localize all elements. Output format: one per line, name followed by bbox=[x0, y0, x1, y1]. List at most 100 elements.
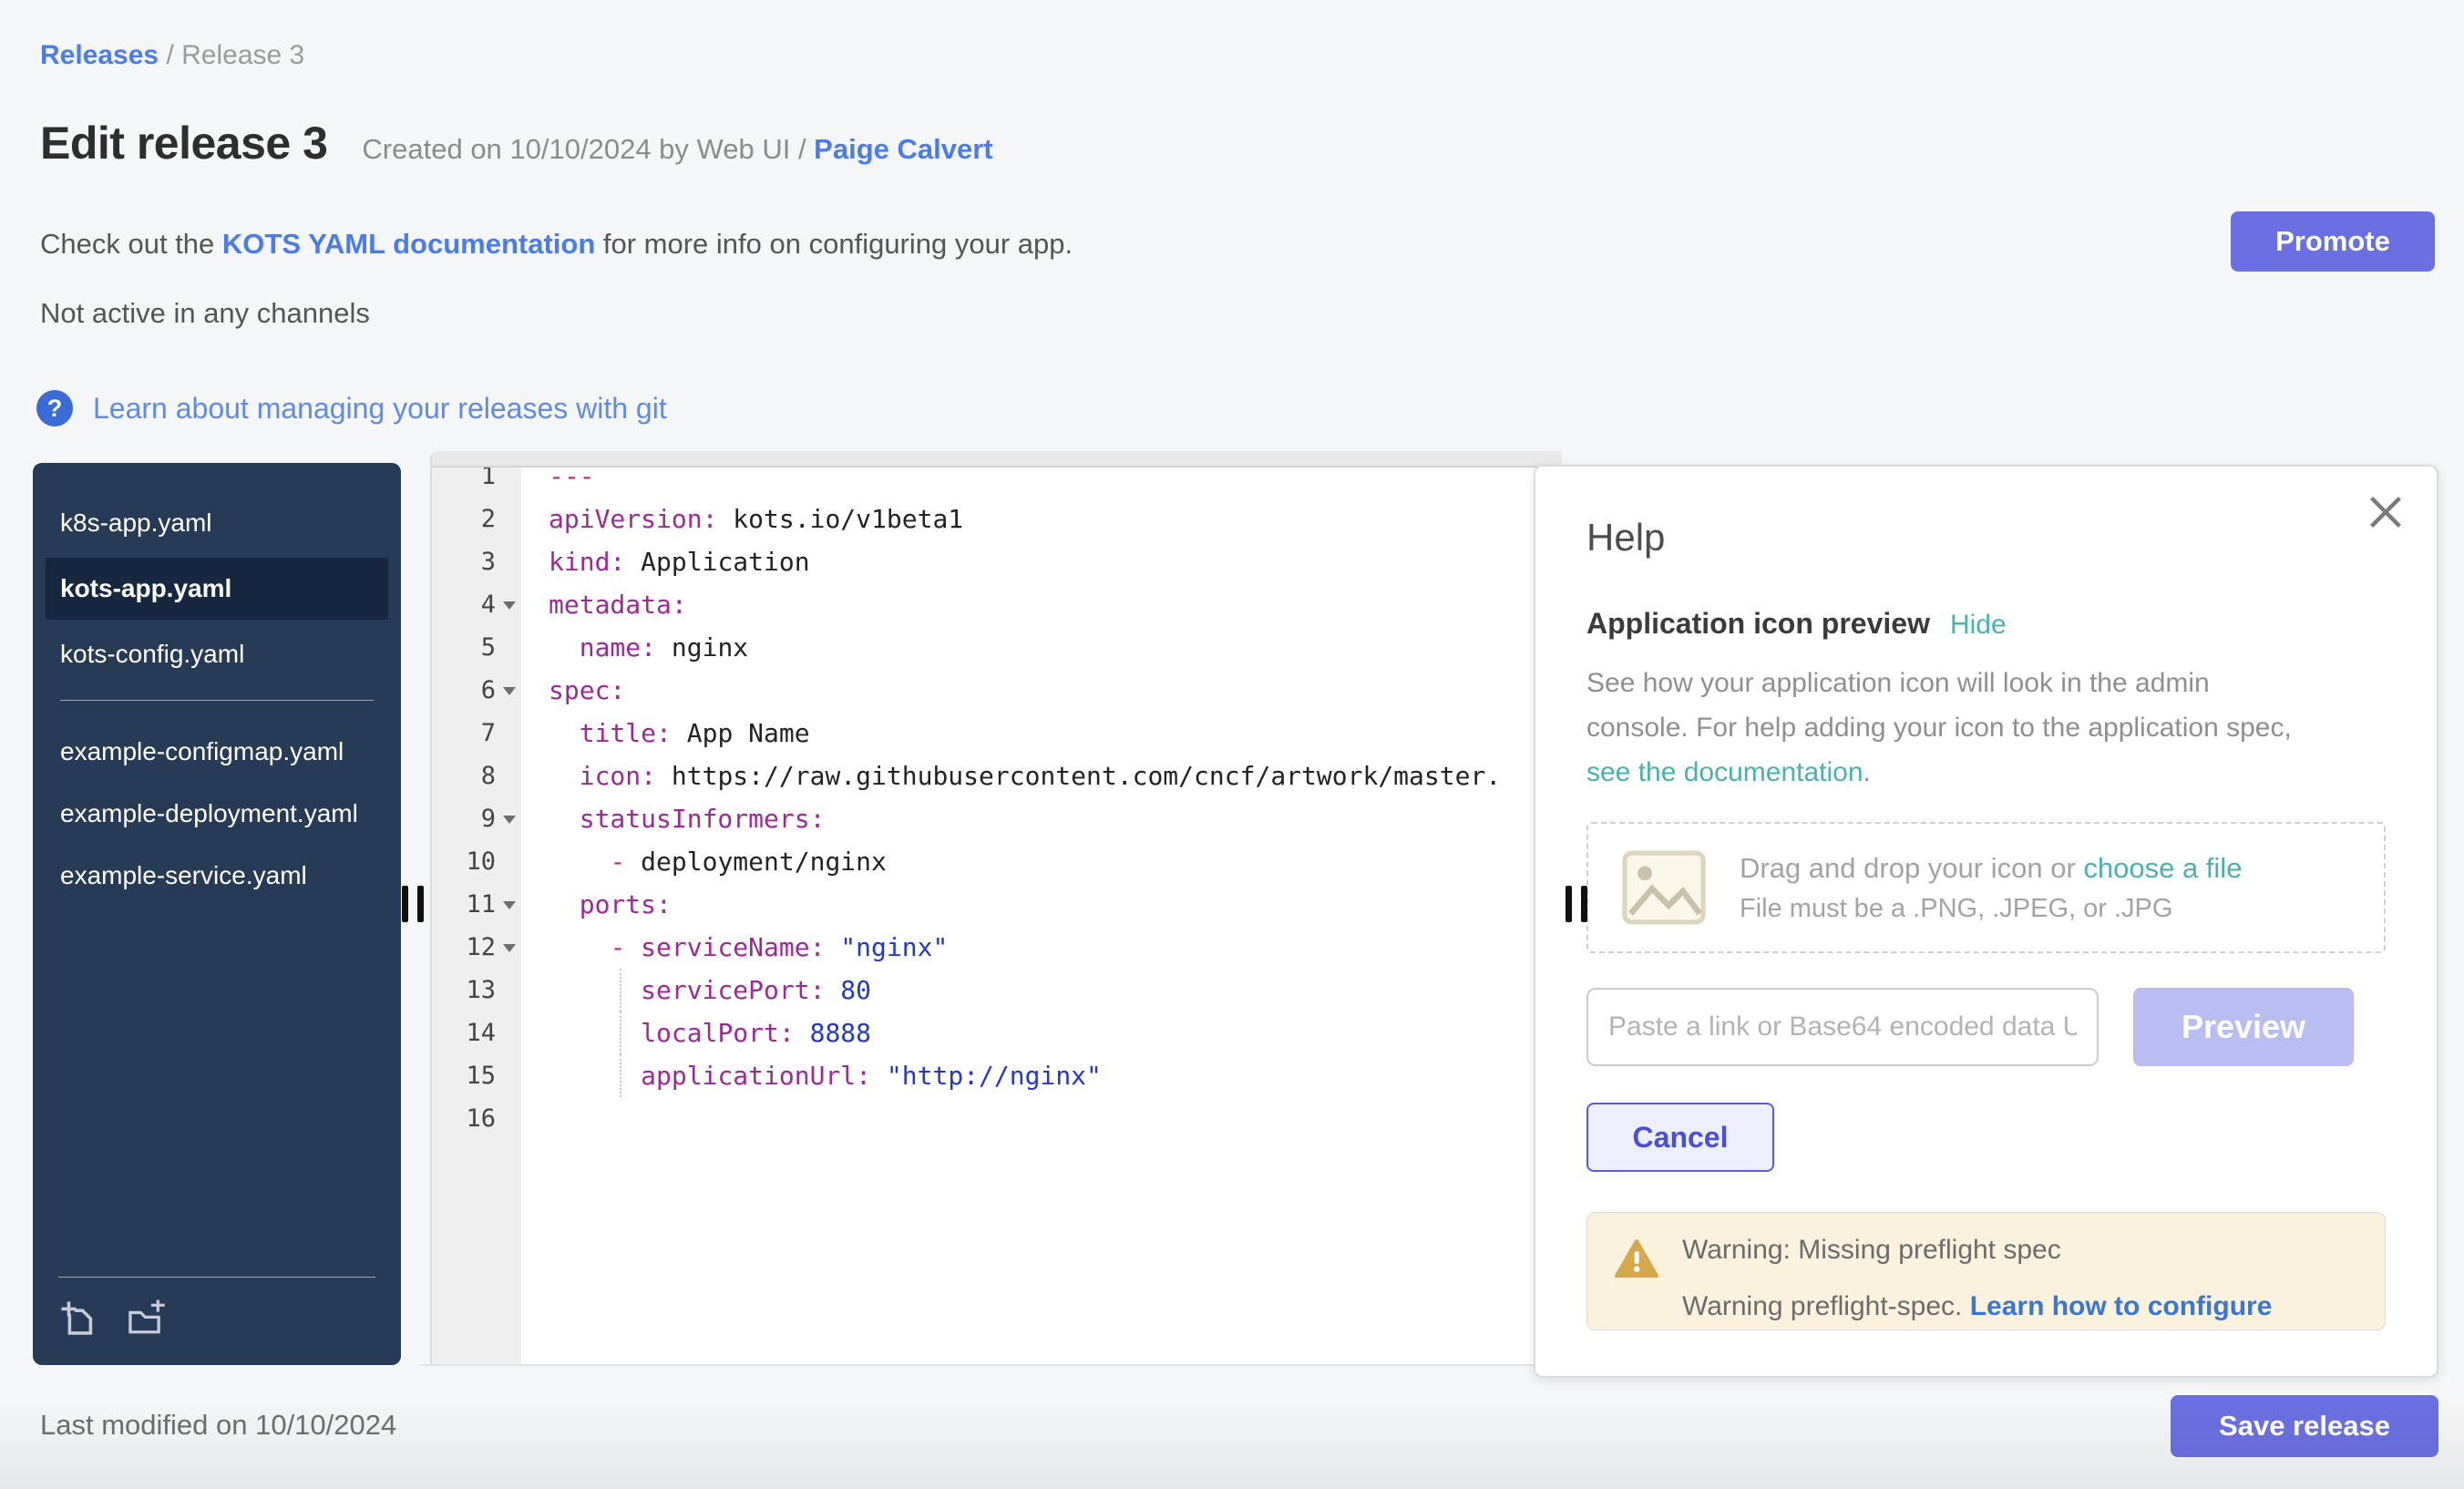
dropzone-text: Drag and drop your icon or choose a file… bbox=[1740, 852, 2242, 924]
icon-preview-section-header: Application icon preview Hide bbox=[1586, 607, 2386, 641]
file-item-example-deployment.yaml[interactable]: example-deployment.yaml bbox=[58, 786, 375, 841]
file-item-k8s-app.yaml[interactable]: k8s-app.yaml bbox=[58, 496, 375, 550]
code-line-text[interactable]: localPort: 8888 bbox=[521, 1011, 871, 1054]
hide-link[interactable]: Hide bbox=[1950, 610, 2007, 641]
dropzone-prompt: Drag and drop your icon or bbox=[1740, 852, 2083, 884]
fold-arrow-icon[interactable] bbox=[503, 901, 516, 909]
code-line: 9 statusInformers: bbox=[432, 797, 1562, 840]
code-line-text[interactable] bbox=[521, 1097, 549, 1140]
line-number: 15 bbox=[432, 1054, 521, 1097]
cancel-button[interactable]: Cancel bbox=[1586, 1103, 1774, 1172]
code-line-text[interactable]: applicationUrl: "http://nginx" bbox=[521, 1054, 1102, 1097]
close-icon[interactable] bbox=[2366, 492, 2406, 532]
add-file-icon[interactable] bbox=[58, 1298, 100, 1340]
line-number: 12 bbox=[432, 926, 521, 969]
code-line: 11 ports: bbox=[432, 883, 1562, 926]
code-line: 5 name: nginx bbox=[432, 626, 1562, 669]
see-documentation-link[interactable]: see the documentation bbox=[1586, 757, 1863, 787]
code-line: 2apiVersion: kots.io/v1beta1 bbox=[432, 498, 1562, 540]
fold-arrow-icon[interactable] bbox=[503, 816, 516, 824]
icon-url-row: Preview bbox=[1586, 988, 2386, 1066]
intro-text-before: Check out the bbox=[40, 228, 222, 260]
code-line-text[interactable]: servicePort: 80 bbox=[521, 969, 871, 1011]
line-number: 14 bbox=[432, 1011, 521, 1054]
code-line: 10 - deployment/nginx bbox=[432, 840, 1562, 883]
save-release-button[interactable]: Save release bbox=[2171, 1395, 2438, 1457]
created-info: Created on 10/10/2024 by Web UI / Paige … bbox=[362, 133, 992, 166]
breadcrumb-current: Release 3 bbox=[181, 40, 304, 70]
page-title: Edit release 3 bbox=[40, 117, 327, 169]
line-number: 10 bbox=[432, 840, 521, 883]
line-number: 8 bbox=[432, 755, 521, 797]
code-line: 6spec: bbox=[432, 669, 1562, 712]
line-number: 5 bbox=[432, 626, 521, 669]
intro-text-after: for more info on configuring your app. bbox=[595, 228, 1073, 260]
indent-guide bbox=[620, 969, 621, 1011]
sidebar-resize-handle[interactable] bbox=[402, 886, 424, 922]
code-line-text[interactable]: ports: bbox=[521, 883, 672, 926]
code-line: 15 applicationUrl: "http://nginx" bbox=[432, 1054, 1562, 1097]
code-editor: 1---2apiVersion: kots.io/v1beta13kind: A… bbox=[430, 451, 1562, 1365]
breadcrumb-releases-link[interactable]: Releases bbox=[40, 40, 159, 70]
channel-status: Not active in any channels bbox=[40, 297, 370, 330]
promote-button[interactable]: Promote bbox=[2231, 211, 2435, 272]
code-lines: 1---2apiVersion: kots.io/v1beta13kind: A… bbox=[432, 467, 1562, 1140]
author-link[interactable]: Paige Calvert bbox=[814, 133, 992, 165]
file-item-example-configmap.yaml[interactable]: example-configmap.yaml bbox=[58, 724, 375, 779]
file-item-kots-config.yaml[interactable]: kots-config.yaml bbox=[58, 627, 375, 682]
fold-arrow-icon[interactable] bbox=[503, 944, 516, 952]
file-sidebar: k8s-app.yaml kots-app.yaml kots-config.yam… bbox=[33, 463, 401, 1365]
code-line: 4metadata: bbox=[432, 583, 1562, 626]
code-line-text[interactable]: - serviceName: "nginx" bbox=[521, 926, 948, 969]
code-line-text[interactable]: statusInformers: bbox=[521, 797, 825, 840]
line-number: 3 bbox=[432, 540, 521, 583]
description-text: See how your application icon will look … bbox=[1586, 668, 2292, 743]
icon-url-input[interactable] bbox=[1586, 988, 2099, 1066]
help-panel-resize-handle[interactable] bbox=[1566, 886, 1587, 922]
git-help-link[interactable]: ? Learn about managing your releases wit… bbox=[36, 390, 667, 426]
code-line-text[interactable]: --- bbox=[521, 467, 595, 498]
breadcrumb: Releases / Release 3 bbox=[40, 40, 304, 71]
icon-preview-description: See how your application icon will look … bbox=[1586, 661, 2315, 795]
help-title: Help bbox=[1586, 516, 2386, 560]
icon-dropzone[interactable]: Drag and drop your icon or choose a file… bbox=[1586, 822, 2386, 953]
warning-title: Warning: Missing preflight spec bbox=[1682, 1235, 2272, 1266]
code-line: 8 icon: https://raw.githubusercontent.co… bbox=[432, 755, 1562, 797]
code-line-text[interactable]: title: App Name bbox=[521, 712, 810, 755]
image-placeholder-icon bbox=[1621, 849, 1707, 926]
code-line-text[interactable]: kind: Application bbox=[521, 540, 810, 583]
warning-content: Warning: Missing preflight spec Warning … bbox=[1682, 1235, 2272, 1322]
code-line-text[interactable]: name: nginx bbox=[521, 626, 748, 669]
last-modified-text: Last modified on 10/10/2024 bbox=[40, 1409, 396, 1442]
icon-preview-title: Application icon preview bbox=[1586, 607, 1930, 641]
file-item-kots-app.yaml[interactable]: kots-app.yaml bbox=[46, 558, 388, 620]
code-line-text[interactable]: metadata: bbox=[521, 583, 687, 626]
code-line-text[interactable]: spec: bbox=[521, 669, 625, 712]
line-number: 1 bbox=[432, 467, 521, 498]
fold-arrow-icon[interactable] bbox=[503, 687, 516, 695]
kots-yaml-doc-link[interactable]: KOTS YAML documentation bbox=[222, 228, 595, 260]
file-group-examples: example-configmap.yaml example-deployment… bbox=[33, 724, 401, 903]
preview-button[interactable]: Preview bbox=[2133, 988, 2354, 1066]
file-group-kots: k8s-app.yaml kots-app.yaml kots-config.yam… bbox=[33, 496, 401, 682]
code-line-text[interactable]: - deployment/nginx bbox=[521, 840, 887, 883]
warning-text: Warning preflight-spec. bbox=[1682, 1291, 1970, 1321]
code-line-text[interactable]: icon: https://raw.githubusercontent.com/… bbox=[521, 755, 1501, 797]
title-row: Edit release 3 Created on 10/10/2024 by … bbox=[40, 117, 993, 169]
fold-arrow-icon[interactable] bbox=[503, 601, 516, 610]
editor-top-scrollbar[interactable] bbox=[432, 451, 1562, 467]
question-icon: ? bbox=[36, 390, 73, 426]
description-suffix: . bbox=[1863, 757, 1871, 787]
line-number: 9 bbox=[432, 797, 521, 840]
warning-configure-link[interactable]: Learn how to configure bbox=[1970, 1291, 2273, 1321]
sidebar-actions bbox=[58, 1277, 375, 1365]
choose-file-link[interactable]: choose a file bbox=[2083, 852, 2242, 884]
code-line: 14 localPort: 8888 bbox=[432, 1011, 1562, 1054]
line-number: 11 bbox=[432, 883, 521, 926]
indent-guide bbox=[620, 1011, 621, 1054]
code-line-text[interactable]: apiVersion: kots.io/v1beta1 bbox=[521, 498, 963, 540]
line-number: 6 bbox=[432, 669, 521, 712]
indent-guide bbox=[620, 1054, 621, 1097]
add-folder-icon[interactable] bbox=[126, 1298, 168, 1340]
file-item-example-service.yaml[interactable]: example-service.yaml bbox=[58, 848, 375, 903]
